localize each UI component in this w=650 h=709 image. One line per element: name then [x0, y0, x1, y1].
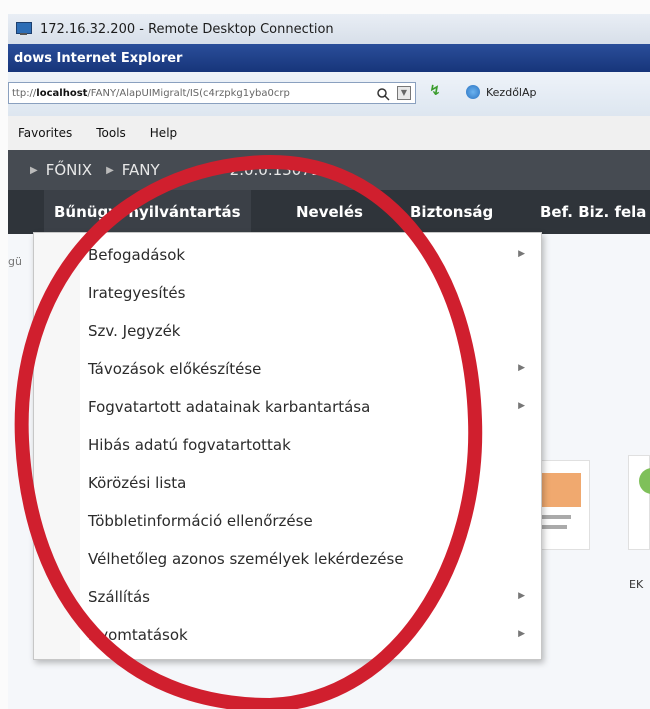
- green-circle-icon: [639, 468, 650, 494]
- dashboard-tile[interactable]: [628, 455, 650, 550]
- menu-item-label: Szállítás: [88, 588, 150, 606]
- address-prefix: ttp://: [12, 87, 37, 99]
- menu-item-tavozasok[interactable]: Távozások előkészítése ▶: [34, 351, 541, 389]
- menu-item-label: Körözési lista: [88, 474, 187, 492]
- menu-item-hibas-adatu[interactable]: Hibás adatú fogvatartottak: [34, 427, 541, 465]
- submenu-arrow-icon: ▶: [518, 591, 525, 601]
- version-label: 2.0.0.130718: [229, 161, 330, 179]
- menu-item-label: Szv. Jegyzék: [88, 322, 181, 340]
- search-icon[interactable]: [376, 87, 390, 101]
- menu-item-label: Többletinformáció ellenőrzése: [88, 512, 313, 530]
- address-host: localhost: [36, 87, 88, 99]
- menu-item-label: Hibás adatú fogvatartottak: [88, 436, 291, 454]
- main-nav: Bűnügyi nyilvántartás Nevelés Biztonság …: [8, 190, 650, 234]
- menu-item-szallitas[interactable]: Szállítás ▶: [34, 579, 541, 617]
- submenu-arrow-icon: ▶: [518, 249, 525, 259]
- nav-bef-biz[interactable]: Bef. Biz. fela: [540, 190, 646, 234]
- menu-item-label: Irategyesítés: [88, 284, 186, 302]
- menu-item-szv-jegyzek[interactable]: Szv. Jegyzék: [34, 313, 541, 351]
- rdc-title-bar: 172.16.32.200 - Remote Desktop Connectio…: [8, 14, 650, 45]
- tile-label: EK: [629, 578, 644, 591]
- refresh-icon[interactable]: ↯: [423, 80, 447, 104]
- ie-title-text: dows Internet Explorer: [14, 50, 183, 66]
- nav-biztonsag[interactable]: Biztonság: [410, 190, 493, 234]
- nav-neveles[interactable]: Nevelés: [296, 190, 363, 234]
- menu-item-tobbletinformacio[interactable]: Többletinformáció ellenőrzése: [34, 503, 541, 541]
- arrow-right-icon: ▶: [30, 164, 38, 176]
- menu-help[interactable]: Help: [150, 126, 177, 140]
- menu-item-label: Vélhetőleg azonos személyek lekérdezése: [88, 550, 404, 568]
- address-bar-row: ttp://localhost/FANY/AlapUIMigralt/IS(c4…: [8, 72, 650, 117]
- address-input[interactable]: ttp://localhost/FANY/AlapUIMigralt/IS(c4…: [8, 82, 416, 104]
- browser-tab[interactable]: KezdőlAp: [466, 85, 536, 99]
- tab-label: KezdőlAp: [486, 85, 537, 99]
- menu-item-korozesi-lista[interactable]: Körözési lista: [34, 465, 541, 503]
- nav-bunugyi[interactable]: Bűnügyi nyilvántartás: [44, 190, 251, 234]
- ie-page-icon: [466, 85, 480, 99]
- ie-menu-bar: Favorites Tools Help: [8, 116, 650, 151]
- menu-item-fogvatartott-karbantartas[interactable]: Fogvatartott adatainak karbantartása ▶: [34, 389, 541, 427]
- ie-title-bar: dows Internet Explorer: [8, 44, 650, 72]
- menu-item-irategyesites[interactable]: Irategyesítés: [34, 275, 541, 313]
- breadcrumb-fonix[interactable]: FŐNIX: [46, 161, 92, 179]
- menu-favorites[interactable]: Favorites: [18, 126, 72, 140]
- remote-desktop-icon: [16, 22, 32, 36]
- breadcrumb: ▶ FŐNIX ▶ FANY 2.0.0.130718: [8, 150, 650, 190]
- menu-item-label: Távozások előkészítése: [88, 360, 262, 378]
- side-text-fragment: gü: [8, 255, 22, 268]
- menu-item-label: Nyomtatások: [88, 626, 188, 644]
- menu-tools[interactable]: Tools: [96, 126, 126, 140]
- menu-item-label: Fogvatartott adatainak karbantartása: [88, 398, 371, 416]
- chevron-down-icon[interactable]: ▼: [397, 86, 411, 100]
- remote-desktop-window: 172.16.32.200 - Remote Desktop Connectio…: [0, 0, 650, 709]
- submenu-arrow-icon: ▶: [518, 401, 525, 411]
- submenu-arrow-icon: ▶: [518, 363, 525, 373]
- menu-item-befogadasok[interactable]: Befogadások ▶: [34, 237, 541, 275]
- rdc-title-text: 172.16.32.200 - Remote Desktop Connectio…: [40, 21, 334, 37]
- menu-item-velhetoleg-azonos[interactable]: Vélhetőleg azonos személyek lekérdezése: [34, 541, 541, 579]
- address-path: /FANY/AlapUIMigralt/IS(c4rzpkg1yba0crp: [87, 87, 290, 99]
- menu-item-label: Befogadások: [88, 246, 186, 264]
- submenu-arrow-icon: ▶: [518, 629, 525, 639]
- menu-item-nyomtatasok[interactable]: Nyomtatások ▶: [34, 617, 541, 655]
- dropdown-menu: Befogadások ▶ Irategyesítés Szv. Jegyzék…: [33, 232, 542, 660]
- dashboard-tile[interactable]: [536, 460, 590, 550]
- arrow-right-icon: ▶: [106, 164, 114, 176]
- breadcrumb-fany[interactable]: FANY: [122, 161, 160, 179]
